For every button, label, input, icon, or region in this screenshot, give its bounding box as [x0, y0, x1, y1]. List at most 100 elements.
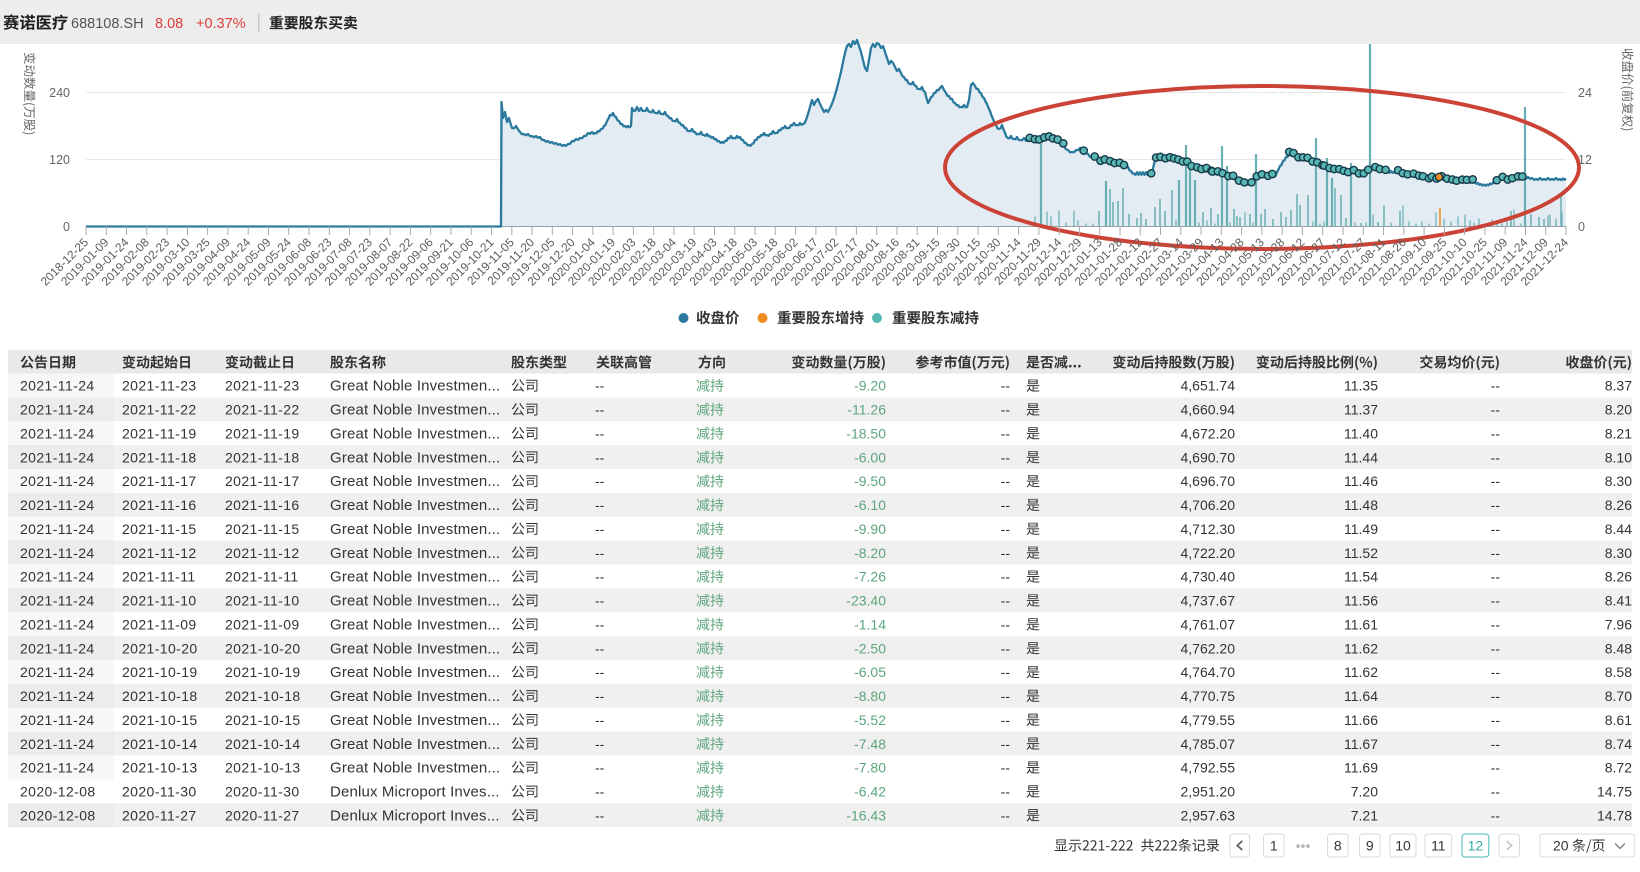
svg-text:8.70: 8.70 — [1605, 688, 1632, 704]
svg-text:11.64: 11.64 — [1344, 688, 1378, 704]
svg-text:--: -- — [595, 784, 605, 800]
svg-text:-7.48: -7.48 — [854, 736, 886, 752]
svg-text:4,696.70: 4,696.70 — [1181, 473, 1236, 489]
svg-text:-6.00: -6.00 — [854, 449, 886, 465]
svg-text:--: -- — [1491, 664, 1501, 680]
svg-text:2020-12-08: 2020-12-08 — [20, 807, 96, 823]
svg-text:1: 1 — [1270, 838, 1278, 854]
svg-text:--: -- — [1491, 736, 1501, 752]
svg-text:8.26: 8.26 — [1605, 497, 1632, 513]
svg-text:4,722.20: 4,722.20 — [1181, 545, 1236, 561]
svg-text:--: -- — [1491, 784, 1501, 800]
svg-text:2021-11-24: 2021-11-24 — [20, 402, 95, 418]
svg-text:14.78: 14.78 — [1597, 807, 1632, 823]
svg-text:11: 11 — [1431, 838, 1446, 854]
svg-text:11.66: 11.66 — [1344, 712, 1378, 728]
svg-text:-7.80: -7.80 — [854, 760, 886, 776]
svg-text:2021-11-10: 2021-11-10 — [225, 593, 300, 609]
svg-text:--: -- — [1001, 807, 1011, 823]
svg-text:Great Noble Investmen...: Great Noble Investmen... — [330, 521, 500, 538]
svg-text:--: -- — [1001, 569, 1011, 585]
svg-text:2021-11-09: 2021-11-09 — [225, 616, 300, 632]
svg-text:4,770.75: 4,770.75 — [1181, 688, 1236, 704]
svg-text:11.67: 11.67 — [1344, 736, 1378, 752]
svg-text:10: 10 — [1395, 838, 1411, 854]
svg-text:Great Noble Investmen...: Great Noble Investmen... — [330, 473, 500, 490]
svg-text:8.72: 8.72 — [1605, 760, 1632, 776]
svg-text:4,672.20: 4,672.20 — [1181, 425, 1236, 441]
svg-text:4,737.67: 4,737.67 — [1181, 593, 1236, 609]
svg-text:4,785.07: 4,785.07 — [1181, 736, 1236, 752]
svg-text:--: -- — [1001, 664, 1011, 680]
svg-text:11.49: 11.49 — [1344, 521, 1378, 537]
svg-text:--: -- — [1001, 688, 1011, 704]
svg-text:-1.14: -1.14 — [854, 616, 886, 632]
svg-text:2021-10-19: 2021-10-19 — [122, 664, 198, 680]
svg-text:2021-11-19: 2021-11-19 — [225, 425, 300, 441]
svg-text:9: 9 — [1366, 838, 1374, 854]
svg-text:--: -- — [1001, 402, 1011, 418]
svg-text:Great Noble Investmen...: Great Noble Investmen... — [330, 449, 500, 466]
svg-text:11.54: 11.54 — [1344, 569, 1378, 585]
svg-text:2021-11-24: 2021-11-24 — [20, 688, 95, 704]
svg-text:--: -- — [1001, 521, 1011, 537]
svg-text:2021-11-24: 2021-11-24 — [20, 616, 95, 632]
svg-text:-11.26: -11.26 — [847, 402, 886, 418]
svg-text:Great Noble Investmen...: Great Noble Investmen... — [330, 402, 500, 419]
svg-text:2021-11-24: 2021-11-24 — [20, 760, 95, 776]
svg-text:7.21: 7.21 — [1351, 807, 1378, 823]
svg-text:8.37: 8.37 — [1605, 378, 1632, 394]
svg-text:--: -- — [595, 688, 605, 704]
svg-text:2021-11-11: 2021-11-11 — [122, 569, 196, 585]
svg-text:688108.SH: 688108.SH — [71, 16, 144, 32]
svg-text:2021-11-24: 2021-11-24 — [20, 497, 95, 513]
svg-text:8.20: 8.20 — [1605, 402, 1632, 418]
svg-text:2021-10-20: 2021-10-20 — [122, 640, 198, 656]
svg-text:--: -- — [1001, 640, 1011, 656]
svg-text:--: -- — [1001, 473, 1011, 489]
svg-text:2021-10-18: 2021-10-18 — [122, 688, 198, 704]
svg-text:+0.37%: +0.37% — [196, 16, 246, 32]
svg-text:--: -- — [595, 378, 605, 394]
svg-text:-6.42: -6.42 — [854, 784, 886, 800]
svg-text:2021-11-15: 2021-11-15 — [225, 521, 300, 537]
svg-text:2021-11-17: 2021-11-17 — [225, 473, 300, 489]
svg-text:8.21: 8.21 — [1605, 425, 1632, 441]
svg-text:--: -- — [595, 521, 605, 537]
svg-text:--: -- — [1491, 497, 1501, 513]
svg-text:-5.52: -5.52 — [854, 712, 886, 728]
svg-text:--: -- — [595, 545, 605, 561]
svg-text:2021-10-14: 2021-10-14 — [122, 736, 198, 752]
svg-text:--: -- — [595, 569, 605, 585]
svg-text:2021-11-24: 2021-11-24 — [20, 664, 95, 680]
svg-text:2021-10-20: 2021-10-20 — [225, 640, 301, 656]
svg-text:2021-11-24: 2021-11-24 — [20, 640, 95, 656]
svg-text:8: 8 — [1334, 838, 1342, 854]
svg-text:Great Noble Investmen...: Great Noble Investmen... — [330, 497, 500, 514]
svg-text:-6.10: -6.10 — [854, 497, 886, 513]
svg-text:Denlux Microport Inves...: Denlux Microport Inves... — [330, 784, 500, 801]
svg-text:--: -- — [1001, 736, 1011, 752]
svg-text:--: -- — [1001, 593, 1011, 609]
svg-text:--: -- — [1001, 425, 1011, 441]
svg-text:4,712.30: 4,712.30 — [1181, 521, 1236, 537]
svg-text:11.44: 11.44 — [1344, 449, 1378, 465]
svg-text:8.08: 8.08 — [155, 16, 183, 32]
svg-text:2021-11-16: 2021-11-16 — [122, 497, 197, 513]
svg-text:2021-11-18: 2021-11-18 — [225, 449, 300, 465]
svg-text:Great Noble Investmen...: Great Noble Investmen... — [330, 688, 500, 705]
svg-text:4,730.40: 4,730.40 — [1181, 569, 1236, 585]
svg-text:-2.50: -2.50 — [854, 640, 886, 656]
svg-text:8.30: 8.30 — [1605, 545, 1632, 561]
svg-text:12: 12 — [1578, 153, 1592, 167]
svg-text:2021-11-24: 2021-11-24 — [20, 569, 95, 585]
svg-text:-8.20: -8.20 — [854, 545, 886, 561]
svg-text:120: 120 — [49, 153, 70, 167]
svg-text:--: -- — [595, 664, 605, 680]
svg-text:Great Noble Investmen...: Great Noble Investmen... — [330, 425, 500, 442]
svg-text:--: -- — [595, 425, 605, 441]
svg-text:2,957.63: 2,957.63 — [1181, 807, 1236, 823]
svg-text:11.46: 11.46 — [1344, 473, 1378, 489]
svg-text:8.41: 8.41 — [1605, 593, 1632, 609]
svg-text:0: 0 — [63, 220, 70, 234]
